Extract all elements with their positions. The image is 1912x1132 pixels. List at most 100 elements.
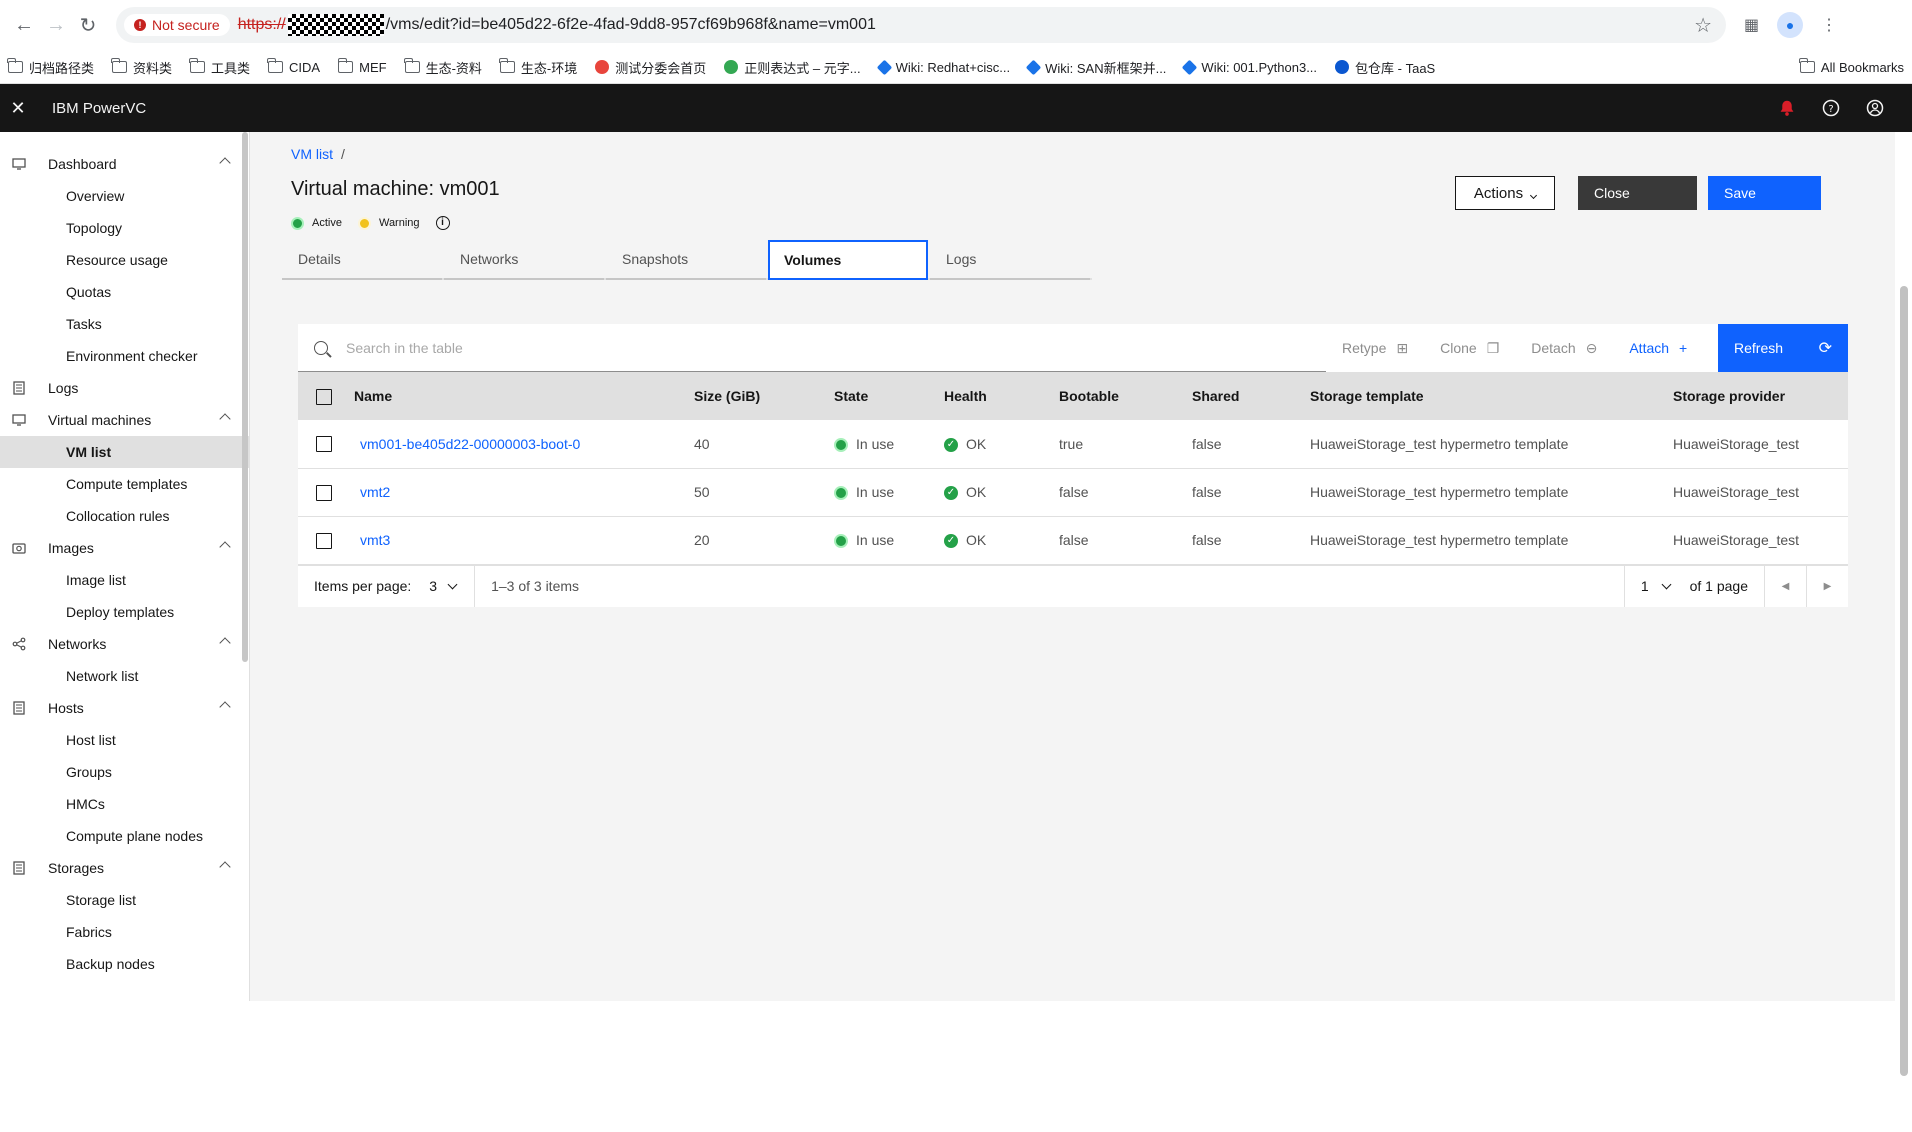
reload-icon[interactable]: ↻ [72,9,104,41]
select-all-checkbox[interactable] [316,388,332,405]
sidebar-item-tasks[interactable]: Tasks [0,308,249,340]
notification-bell-icon[interactable] [1778,99,1796,117]
column-health[interactable]: Health [944,372,1059,420]
column-shared[interactable]: Shared [1192,372,1310,420]
sidebar-item-collocation-rules[interactable]: Collocation rules [0,500,249,532]
volume-name-link[interactable]: vmt3 [360,532,390,548]
tab-snapshots[interactable]: Snapshots [606,240,766,280]
column-storage-template[interactable]: Storage template [1310,372,1673,420]
tab-volumes[interactable]: Volumes [768,240,928,280]
row-checkbox[interactable] [316,436,332,453]
column-storage-provider[interactable]: Storage provider [1673,372,1848,420]
not-secure-badge[interactable]: ! Not secure [124,14,230,36]
sidebar-group-networks[interactable]: Networks [0,628,249,660]
volume-name-link[interactable]: vmt2 [360,484,390,500]
tab-logs[interactable]: Logs [930,240,1090,280]
sidebar-group-dashboard[interactable]: Dashboard [0,148,249,180]
sidebar-item-fabrics[interactable]: Fabrics [0,916,249,948]
save-button[interactable]: Save [1708,176,1821,210]
bookmark-item[interactable]: MEF [337,58,387,75]
bookmark-item[interactable]: 包仓库 - TaaS [1335,58,1435,77]
forward-icon[interactable]: → [40,9,72,41]
volume-name-link[interactable]: vm001-be405d22-00000003-boot-0 [360,436,580,452]
chevron-up-icon[interactable] [219,861,231,873]
profile-avatar-icon[interactable]: ● [1777,12,1804,38]
bookmark-star-icon[interactable]: ☆ [1694,13,1712,38]
chevron-up-icon[interactable] [219,541,231,553]
retype-button[interactable]: Retype ⊞ [1326,324,1424,372]
sidebar-item-environment-checker[interactable]: Environment checker [0,340,249,372]
sidebar-group-images[interactable]: Images [0,532,249,564]
sidebar-item-storage-list[interactable]: Storage list [0,884,249,916]
chevron-up-icon[interactable] [219,701,231,713]
tab-details[interactable]: Details [282,240,442,280]
column-size[interactable]: Size (GiB) [694,372,834,420]
sidebar-item-resource-usage[interactable]: Resource usage [0,244,249,276]
bookmark-item[interactable]: Wiki: Redhat+cisc... [876,59,1010,75]
actions-button[interactable]: Actions [1455,176,1555,210]
bookmark-item[interactable]: 工具类 [189,58,250,77]
info-icon[interactable]: i [435,216,450,230]
sidebar-group-hosts[interactable]: Hosts [0,692,249,724]
row-checkbox[interactable] [316,484,332,501]
sidebar-item-image-list[interactable]: Image list [0,564,249,596]
column-name[interactable]: Name [354,372,694,420]
bookmark-item[interactable]: Wiki: SAN新框架并... [1025,58,1166,77]
sidebar-item-topology[interactable]: Topology [0,212,249,244]
address-bar[interactable]: ! Not secure https:// /vms/edit?id=be405d… [116,7,1726,43]
column-bootable[interactable]: Bootable [1059,372,1192,420]
refresh-button[interactable]: Refresh ⟳ [1718,324,1848,372]
bookmark-item[interactable]: 生态-资料 [403,58,482,77]
back-icon[interactable]: ← [8,9,40,41]
table-search[interactable]: Search in the table [298,324,1326,372]
detach-button[interactable]: Detach ⊖ [1515,324,1613,372]
sidebar-item-hmcs[interactable]: HMCs [0,788,249,820]
sidebar-group-virtual-machines[interactable]: Virtual machines [0,404,249,436]
bookmark-item[interactable]: Wiki: 001.Python3... [1182,59,1317,75]
page-select[interactable]: 1 of 1 page [1623,565,1764,607]
sidebar-item-deploy-templates[interactable]: Deploy templates [0,596,249,628]
sidebar-item-quotas[interactable]: Quotas [0,276,249,308]
all-bookmarks[interactable]: All Bookmarks [1799,58,1904,75]
breadcrumb-vm-list[interactable]: VM list [291,146,333,162]
column-state[interactable]: State [834,372,944,420]
sidebar-item-compute-plane-nodes[interactable]: Compute plane nodes [0,820,249,852]
sidebar-scrollbar[interactable] [242,132,248,662]
menu-kebab-icon[interactable]: ⋮ [1821,15,1837,35]
bookmark-item[interactable]: 正则表达式 – 元字... [724,58,861,77]
sidebar-item-overview[interactable]: Overview [0,180,249,212]
sidebar-item-host-list[interactable]: Host list [0,724,249,756]
chevron-up-icon[interactable] [219,637,231,649]
bookmark-item[interactable]: 生态-环境 [499,58,577,77]
search-input[interactable]: Search in the table [346,340,463,356]
table-row[interactable]: vmt2 50 In use ✓ OK false false HuaweiStorage_t… [298,468,1848,517]
sidebar-group-storages[interactable]: Storages [0,852,249,884]
bookmark-item[interactable]: 资料类 [111,58,172,77]
close-menu-icon[interactable]: ✕ [0,98,36,119]
chevron-up-icon[interactable] [219,413,231,425]
sidebar-item-network-list[interactable]: Network list [0,660,249,692]
table-row[interactable]: vm001-be405d22-00000003-boot-0 40 In use ✓ O… [298,420,1848,469]
row-checkbox[interactable] [316,532,332,549]
next-page-icon[interactable]: ▶ [1806,565,1848,607]
help-icon[interactable]: ? [1822,99,1840,117]
bookmark-item[interactable]: CIDA [267,58,320,75]
table-row[interactable]: vmt3 20 In use ✓ OK false false HuaweiStorage_t… [298,516,1848,565]
sidebar-item-backup-nodes[interactable]: Backup nodes [0,948,249,980]
attach-button[interactable]: Attach + [1613,324,1703,372]
bookmark-item[interactable]: 归档路径类 [7,58,94,77]
page-scrollbar-thumb[interactable] [1900,286,1908,1076]
sidebar-item-compute-templates[interactable]: Compute templates [0,468,249,500]
clone-button[interactable]: Clone ❐ [1424,324,1515,372]
app-brand[interactable]: IBM PowerVC [52,100,146,117]
sidebar-item-groups[interactable]: Groups [0,756,249,788]
extensions-icon[interactable]: ▦ [1744,15,1759,35]
close-button[interactable]: Close [1578,176,1697,210]
user-profile-icon[interactable] [1866,99,1884,117]
page-scrollbar[interactable] [1898,272,1910,1132]
tab-networks[interactable]: Networks [444,240,604,280]
items-per-page-select[interactable]: 3 [429,578,458,594]
previous-page-icon[interactable]: ◀ [1764,565,1806,607]
sidebar-item-vm-list[interactable]: VM list [0,436,249,468]
bookmark-item[interactable]: 测试分委会首页 [595,58,706,77]
